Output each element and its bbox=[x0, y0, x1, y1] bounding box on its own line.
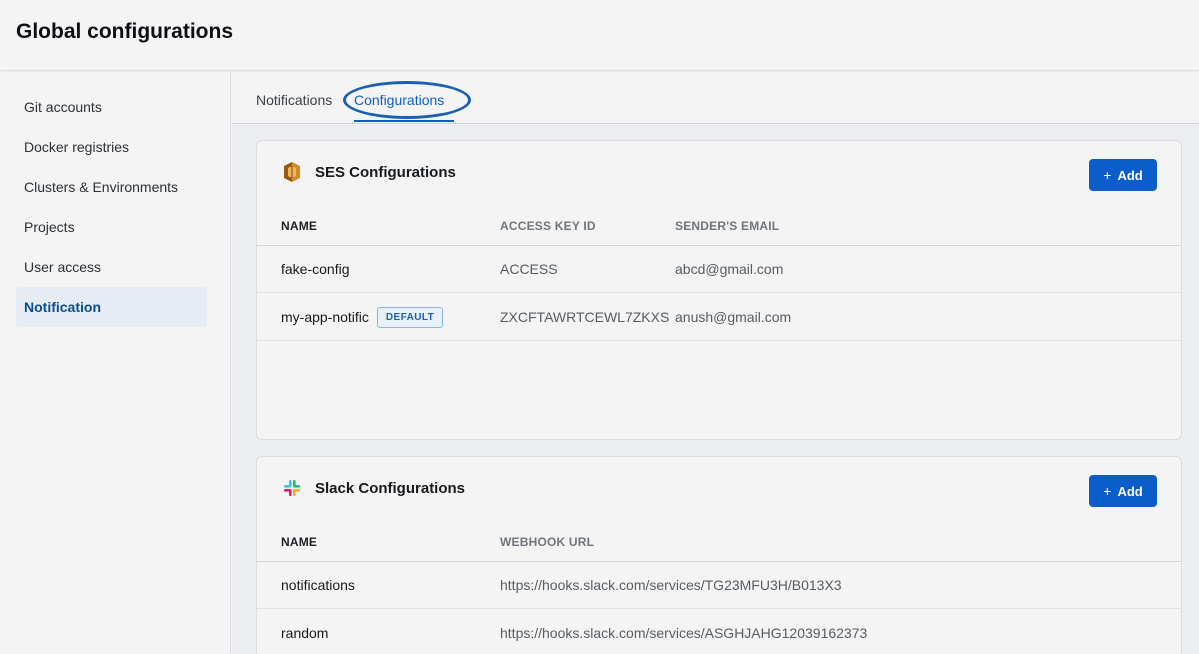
row-name: random bbox=[281, 625, 329, 641]
active-tab-indicator bbox=[354, 120, 454, 122]
highlight-annotation bbox=[343, 81, 471, 119]
table-row[interactable]: random https://hooks.slack.com/services/… bbox=[257, 609, 1181, 654]
column-header-senders-email: SENDER'S EMAIL bbox=[675, 219, 780, 233]
row-name-cell: my-app-notific DEFAULT bbox=[281, 293, 444, 341]
plus-icon: + bbox=[1103, 483, 1112, 499]
slack-icon bbox=[281, 477, 303, 499]
add-slack-button-label: Add bbox=[1117, 483, 1143, 499]
add-ses-button[interactable]: + Add bbox=[1089, 159, 1157, 191]
row-email: abcd@gmail.com bbox=[675, 261, 784, 277]
default-badge: DEFAULT bbox=[376, 306, 444, 328]
sidebar-item-projects[interactable]: Projects bbox=[16, 207, 207, 247]
aws-ses-icon bbox=[281, 161, 303, 183]
column-header-name: NAME bbox=[281, 535, 318, 549]
add-ses-button-label: Add bbox=[1117, 167, 1143, 183]
column-header-name: NAME bbox=[281, 219, 318, 233]
table-row[interactable]: my-app-notific DEFAULT ZXCFTAWRTCEWL7ZKXS… bbox=[257, 293, 1181, 341]
row-name: notifications bbox=[281, 577, 355, 593]
row-email: anush@gmail.com bbox=[675, 309, 792, 325]
table-row[interactable]: fake-config ACCESS abcd@gmail.com bbox=[257, 245, 1181, 293]
plus-icon: + bbox=[1103, 167, 1112, 183]
column-header-access-key-id: ACCESS KEY ID bbox=[500, 219, 596, 233]
sidebar-item-user-access[interactable]: User access bbox=[16, 247, 207, 287]
ses-card-header: SES Configurations bbox=[281, 161, 456, 183]
row-name: my-app-notific bbox=[281, 309, 369, 325]
row-webhook-url: https://hooks.slack.com/services/ASGHJAH… bbox=[500, 625, 868, 641]
row-webhook-url: https://hooks.slack.com/services/TG23MFU… bbox=[500, 577, 842, 593]
sidebar-item-clusters-environments[interactable]: Clusters & Environments bbox=[16, 167, 207, 207]
row-access-key: ACCESS bbox=[500, 261, 558, 277]
ses-configurations-card: SES Configurations + Add NAME ACCESS KEY… bbox=[256, 140, 1182, 440]
table-row[interactable]: notifications https://hooks.slack.com/se… bbox=[257, 561, 1181, 609]
sidebar-item-git-accounts[interactable]: Git accounts bbox=[16, 87, 207, 127]
column-header-webhook-url: WEBHOOK URL bbox=[500, 535, 595, 549]
page-title: Global configurations bbox=[16, 20, 234, 43]
page-header: Global configurations bbox=[0, 0, 1199, 71]
ses-card-title: SES Configurations bbox=[315, 163, 456, 181]
tab-notifications[interactable]: Notifications bbox=[256, 92, 332, 108]
add-slack-button[interactable]: + Add bbox=[1089, 475, 1157, 507]
sidebar-item-notification[interactable]: Notification bbox=[16, 287, 207, 327]
slack-card-header: Slack Configurations bbox=[281, 477, 465, 499]
slack-configurations-card: Slack Configurations + Add NAME WEBHOOK … bbox=[256, 456, 1182, 654]
sidebar-item-docker-registries[interactable]: Docker registries bbox=[16, 127, 207, 167]
tab-bar: Notifications Configurations bbox=[232, 72, 1199, 124]
slack-card-title: Slack Configurations bbox=[315, 479, 466, 497]
row-name: fake-config bbox=[281, 261, 350, 277]
row-access-key: ZXCFTAWRTCEWL7ZKXS bbox=[500, 309, 670, 325]
sidebar: Git accounts Docker registries Clusters … bbox=[0, 72, 231, 654]
main-content: Notifications Configurations SES Configu… bbox=[232, 72, 1199, 654]
